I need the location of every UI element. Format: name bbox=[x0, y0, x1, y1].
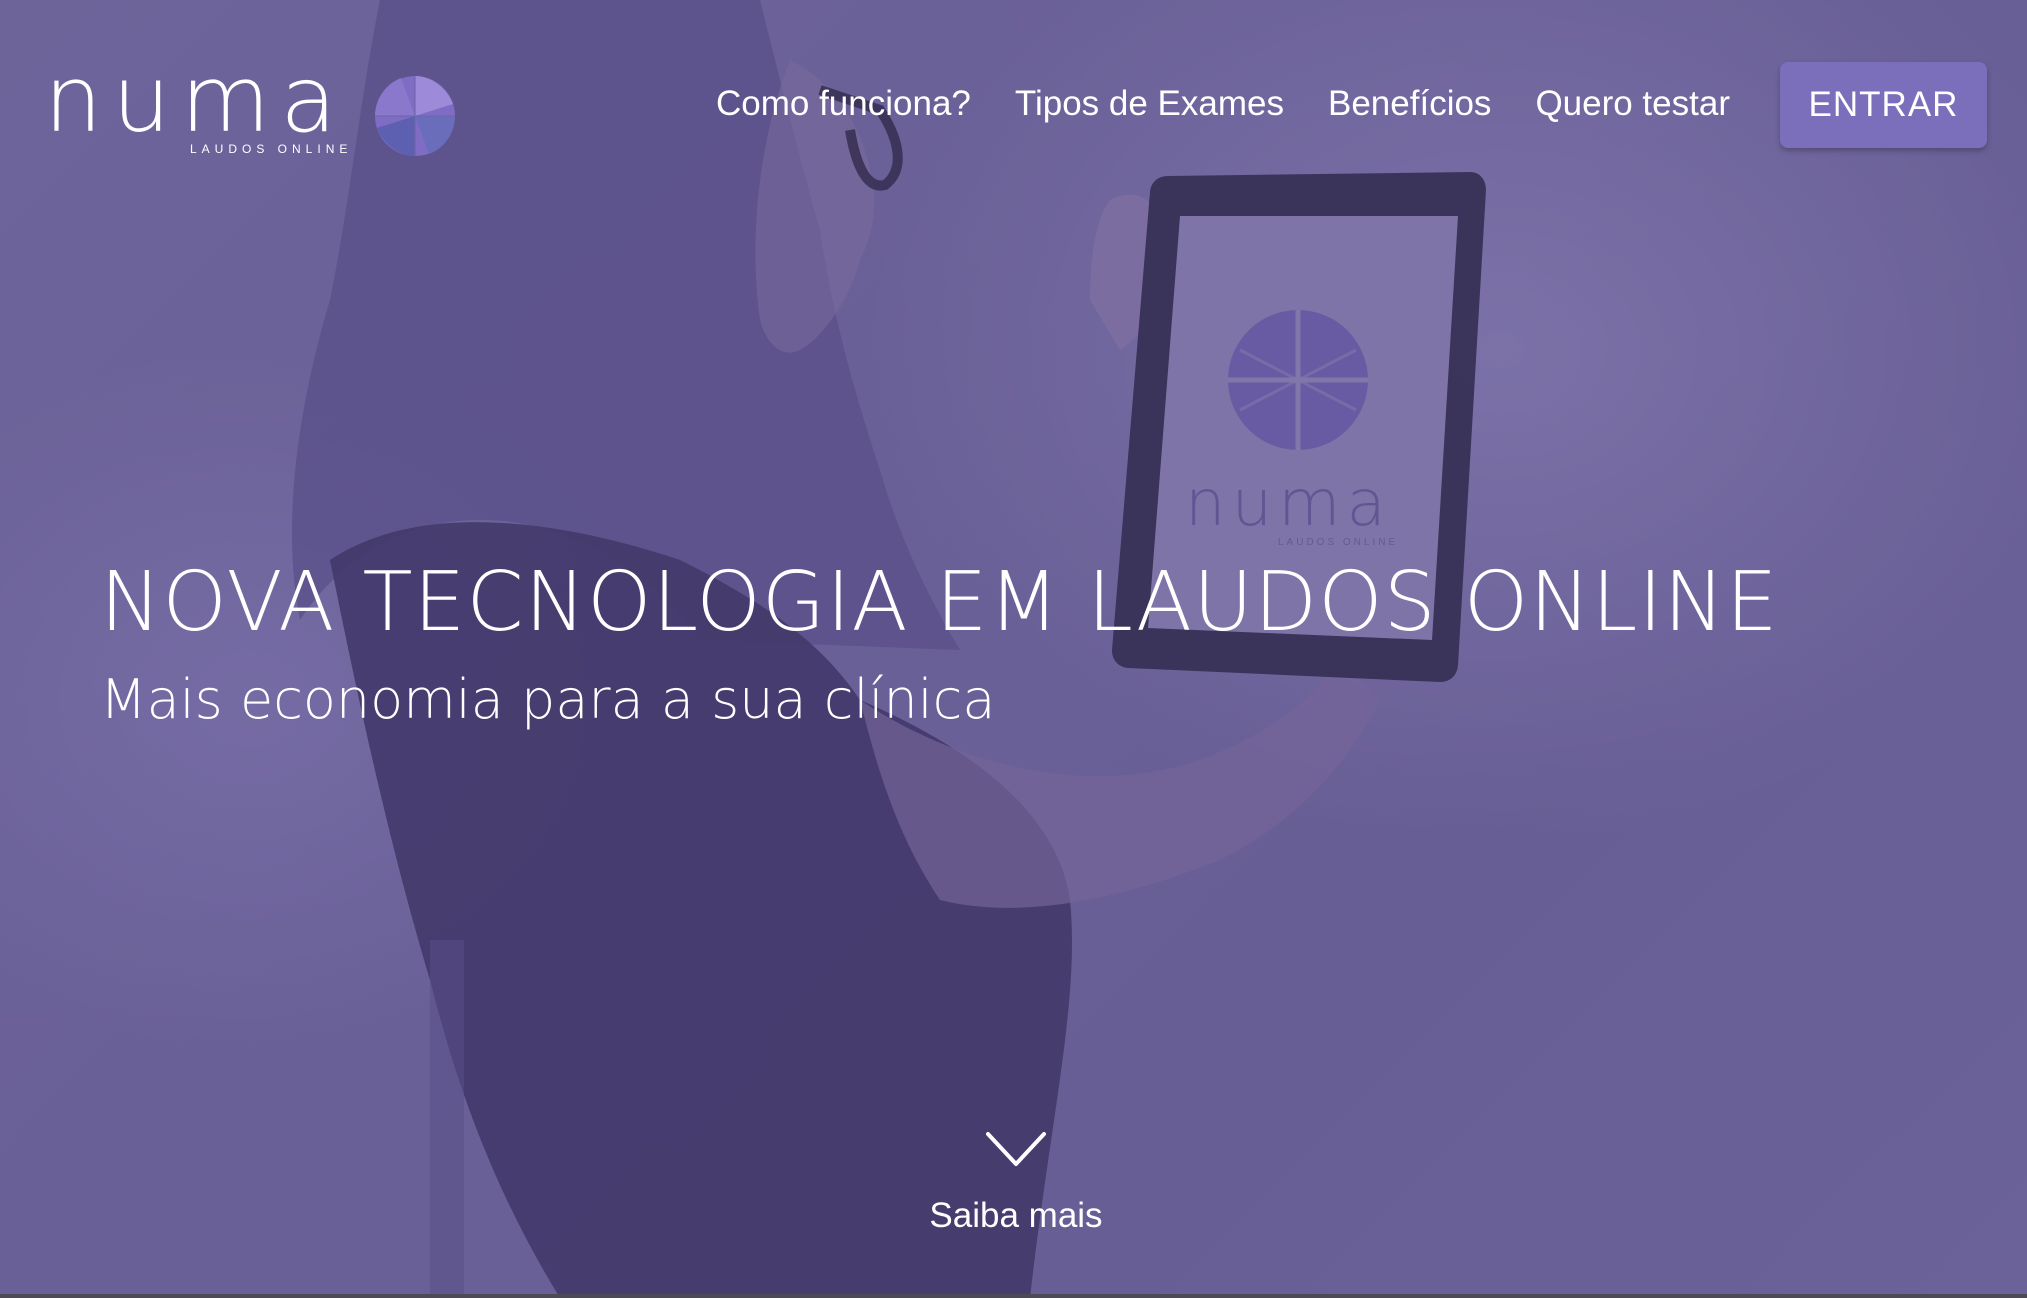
hero-subtitle: Mais economia para a sua clínica bbox=[100, 668, 996, 731]
saiba-mais-link[interactable]: Saiba mais bbox=[896, 1130, 1136, 1270]
nav-link-tipos-de-exames[interactable]: Tipos de Exames bbox=[1015, 84, 1284, 124]
logo-tagline: LAUDOS ONLINE bbox=[190, 142, 353, 156]
page-bottom-edge bbox=[0, 1294, 2027, 1298]
site-logo[interactable]: numa LAUDOS ONLINE bbox=[44, 54, 464, 170]
nav-link-como-funciona[interactable]: Como funciona? bbox=[716, 84, 971, 124]
hero-title: NOVA TECNOLOGIA EM LAUDOS ONLINE bbox=[100, 555, 1779, 650]
chevron-down-icon bbox=[986, 1132, 1046, 1166]
saiba-mais-label: Saiba mais bbox=[929, 1196, 1103, 1235]
main-navigation: Como funciona? Tipos de Exames Benefício… bbox=[716, 84, 1730, 124]
hero-section: numa LAUDOS ONLINE numa LAUDOS ONLINE Co… bbox=[0, 0, 2027, 1298]
numa-flower-logo-icon bbox=[375, 76, 455, 156]
logo-wordmark: numa bbox=[44, 46, 347, 153]
nav-link-quero-testar[interactable]: Quero testar bbox=[1535, 84, 1730, 124]
login-button[interactable]: ENTRAR bbox=[1780, 62, 1987, 148]
nav-link-beneficios[interactable]: Benefícios bbox=[1328, 84, 1491, 124]
